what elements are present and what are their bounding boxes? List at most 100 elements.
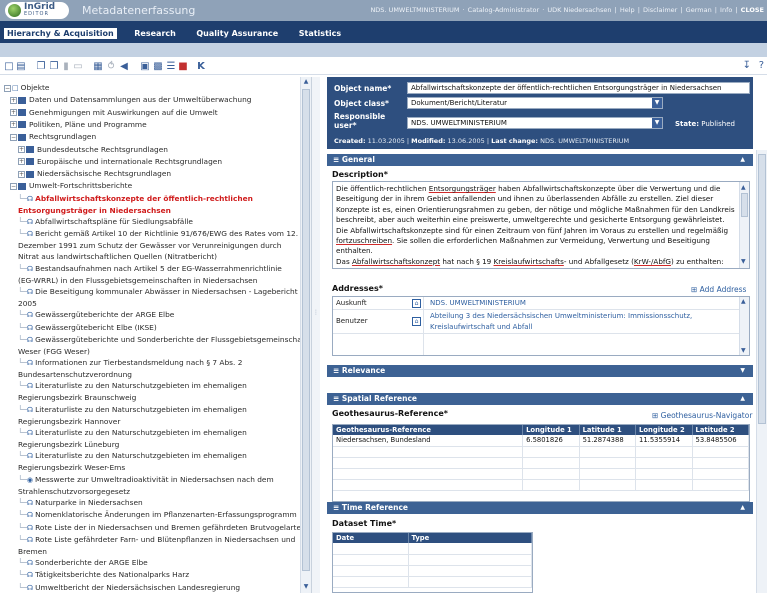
tree-document-item[interactable]: └─☊ Literaturliste zu den Naturschutzgebi… <box>18 404 247 427</box>
table-row[interactable] <box>333 457 749 469</box>
tree-document-item[interactable]: └─☊ Sonderberichte der ARGE Elbe <box>18 557 148 569</box>
object-class-select[interactable]: Dokument/Bericht/Literatur ▼ <box>407 97 663 109</box>
tree-scrollbar-thumb[interactable] <box>302 89 310 571</box>
description-scrollbar-thumb[interactable] <box>741 193 748 217</box>
collapse-arrow-icon[interactable]: ▲ <box>740 502 745 514</box>
disclaimer-link[interactable]: Disclaimer <box>643 6 677 14</box>
tree-folder-item[interactable]: + Politiken, Pläne und Programme <box>10 119 147 130</box>
tree-document-item[interactable]: └─☊ Naturparke in Niedersachsen <box>18 497 143 509</box>
help-link[interactable]: Help <box>620 6 635 14</box>
table-cell[interactable]: Niedersachsen, Bundesland <box>333 435 524 447</box>
table-row[interactable] <box>333 479 749 491</box>
delete-icon[interactable]: ■ <box>178 61 188 72</box>
tree-document-item[interactable]: └─☊ Rote Liste der in Niedersachsen und B… <box>18 522 306 534</box>
tree-document-item[interactable]: └─☊ Literaturliste zu den Naturschutzgebi… <box>18 380 247 403</box>
column-header[interactable]: Longitude 2 <box>635 425 693 435</box>
expand-icon[interactable]: + <box>18 158 25 166</box>
tree-document-item[interactable]: └─☊ Umweltbericht der Niedersächsischen L… <box>18 582 240 593</box>
preview-icon[interactable]: ▣ <box>140 61 150 72</box>
table-row[interactable] <box>333 543 532 555</box>
save-icon[interactable]: ▦ <box>93 61 103 72</box>
disabled-icon[interactable]: ▭ <box>73 61 83 72</box>
new-folder-icon[interactable]: ▤ <box>16 61 26 72</box>
undo-icon[interactable]: ⥀ <box>106 61 116 72</box>
table-cell[interactable]: 51.2874388 <box>579 435 637 447</box>
tab-statistics[interactable]: Statistics <box>296 28 344 39</box>
expand-icon[interactable]: + <box>18 170 25 178</box>
table-row[interactable] <box>333 468 749 480</box>
splitter-handle-icon[interactable]: ⋮ <box>313 309 319 316</box>
expand-icon[interactable]: + <box>10 96 17 104</box>
tree-document-item[interactable]: └─☊ Rote Liste gefährdeter Farn- und Blüt… <box>18 534 295 557</box>
time-section-header[interactable]: ≡ Time Reference ▲ <box>327 502 753 514</box>
expand-icon[interactable]: + <box>10 121 17 129</box>
tree-folder-item[interactable]: + Europäische und internationale Rechtsgr… <box>18 156 222 167</box>
tree-scrollbar[interactable]: ▲ ▼ <box>300 77 311 593</box>
description-textarea[interactable]: Die öffentlich-rechtlichen Entsorgungstr… <box>332 181 750 269</box>
close-link[interactable]: CLOSE <box>741 6 764 14</box>
collapse-icon[interactable]: − <box>10 182 17 190</box>
back-icon[interactable]: ◀ <box>119 61 129 72</box>
column-header[interactable]: Geothesaurus-Reference <box>333 425 524 435</box>
language-link[interactable]: German <box>686 6 712 14</box>
responsible-user-select[interactable]: NDS. UMWELTMINISTERIUM ▼ <box>407 117 663 129</box>
column-header[interactable]: Type <box>408 533 532 543</box>
collapse-icon[interactable]: − <box>4 84 11 92</box>
object-name-input[interactable]: Abfallwirtschaftskonzepte der öffentlich… <box>407 82 750 94</box>
tree-folder-item[interactable]: + Daten und Datensammlungen aus der Umwel… <box>10 94 251 105</box>
table-cell[interactable]: 6.5801826 <box>522 435 580 447</box>
general-section-header[interactable]: ≡ General ▲ <box>327 154 753 166</box>
table-row[interactable] <box>333 565 532 577</box>
table-row[interactable]: Auskunft ⌂ NDS. UMWELTMINISTERIUM <box>333 297 739 310</box>
tree-document-item[interactable]: └─◉ Messwerte zur Umweltradioaktivität in… <box>18 474 274 497</box>
address-name[interactable]: NDS. UMWELTMINISTERIUM <box>430 299 526 307</box>
tree-document-item[interactable]: └─☊ Bericht gemäß Artikel 10 der Richtlin… <box>18 228 298 262</box>
expand-icon[interactable]: + <box>10 109 17 117</box>
description-scrollbar[interactable]: ▲ ▼ <box>739 182 749 268</box>
copy-icon[interactable]: ❐ <box>36 61 46 72</box>
tree-document-item[interactable]: └─☊ Die Beseitigung kommunaler Abwässer i… <box>18 286 298 309</box>
column-header[interactable]: Longitude 1 <box>522 425 580 435</box>
addresses-scrollbar[interactable]: ▲ ▼ <box>739 297 749 355</box>
list-icon[interactable]: ☰ <box>166 61 176 72</box>
column-header[interactable]: Latitude 1 <box>579 425 637 435</box>
tree-document-item[interactable]: └─☊ Literaturliste zu den Naturschutzgebi… <box>18 450 247 473</box>
add-address-link[interactable]: ⊞ Add Address <box>691 285 746 294</box>
tree-document-item[interactable]: └─☊ Tätigkeitsberichte des Nationalparks … <box>18 569 189 581</box>
help-icon[interactable]: ? <box>759 60 764 71</box>
tab-hierarchy-acquisition[interactable]: Hierarchy & Acquisition <box>4 28 117 39</box>
table-row[interactable] <box>333 446 749 458</box>
scroll-up-icon[interactable]: ▲ <box>741 298 746 305</box>
tree-document-item[interactable]: └─☊ Gewässergüteberichte und Sonderberich… <box>18 334 307 357</box>
tree-folder-item[interactable]: − Rechtsgrundlagen <box>10 131 96 142</box>
tab-research[interactable]: Research <box>131 28 179 39</box>
panel-splitter[interactable]: ⋮ <box>312 77 320 593</box>
new-doc-icon[interactable]: □ <box>4 61 14 72</box>
chevron-down-icon[interactable]: ▼ <box>652 98 662 108</box>
scroll-down-icon[interactable]: ▼ <box>302 583 310 592</box>
scroll-down-icon[interactable]: ▼ <box>741 257 746 267</box>
geothesaurus-navigator-link[interactable]: ⊞ Geothesaurus-Navigator <box>652 411 752 420</box>
table-cell[interactable]: 53.8485506 <box>692 435 749 447</box>
k-icon[interactable]: K <box>196 61 206 72</box>
editor-scrollbar[interactable] <box>756 150 767 593</box>
spatial-section-header[interactable]: ≡ Spatial Reference ▲ <box>327 393 753 405</box>
info-link[interactable]: Info <box>720 6 732 14</box>
collapse-icon[interactable]: − <box>10 133 17 141</box>
scroll-up-icon[interactable]: ▲ <box>741 183 746 193</box>
table-row[interactable]: Benutzer ⌂ Abteilung 3 des Niedersächsis… <box>333 310 739 334</box>
tree-document-item[interactable]: └─☊ Gewässergüteberichte der ARGE Elbe <box>18 309 174 321</box>
table-cell[interactable]: 11.5355914 <box>635 435 693 447</box>
tree-folder-item[interactable]: + Niedersächsische Rechtsgrundlagen <box>18 168 171 179</box>
tree-document-item[interactable]: └─☊ Abfallwirtschaftskonzepte der öffentl… <box>18 193 253 216</box>
tree-document-item[interactable]: └─☊ Literaturliste zu den Naturschutzgebi… <box>18 427 247 450</box>
tree-document-item[interactable]: └─☊ Gewässergütebericht Elbe (IKSE) <box>18 322 157 334</box>
tree-folder-item[interactable]: + Genehmigungen mit Auswirkungen auf die … <box>10 107 218 118</box>
compare-icon[interactable]: ▩ <box>153 61 163 72</box>
tree-document-item[interactable]: └─☊ Abfallwirtschaftspläne für Siedlungsa… <box>18 216 193 228</box>
tree-folder-item[interactable]: − □ Objekte <box>4 82 49 94</box>
column-header[interactable]: Latitude 2 <box>692 425 749 435</box>
download-icon[interactable]: ↧ <box>743 60 751 71</box>
table-row[interactable]: Niedersachsen, Bundesland 6.5801826 51.2… <box>333 435 749 447</box>
column-header[interactable]: Date <box>333 533 409 543</box>
